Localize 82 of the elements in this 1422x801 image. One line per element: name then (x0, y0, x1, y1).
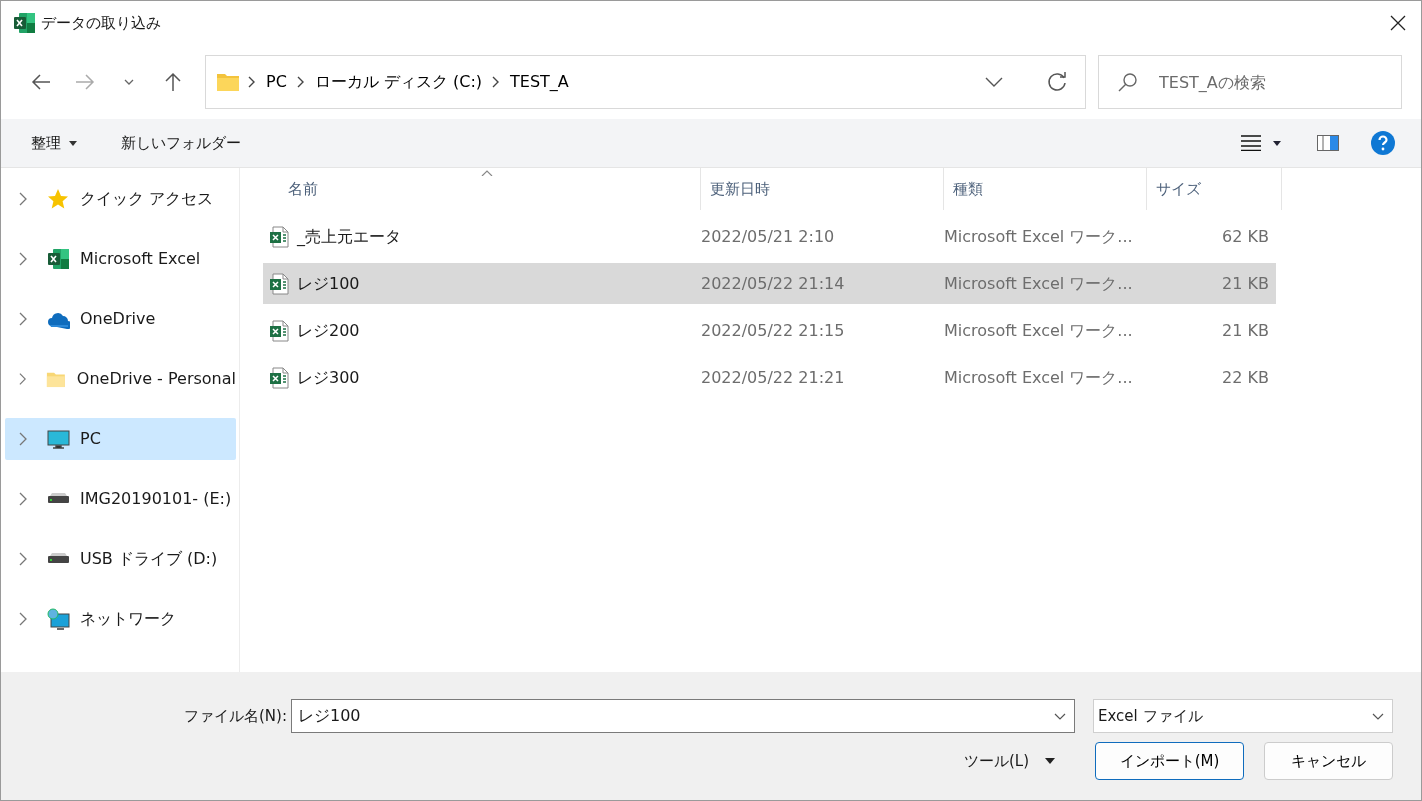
star-icon (47, 188, 70, 210)
sidebar-item[interactable]: OneDrive - Personal (5, 358, 236, 400)
column-header[interactable]: サイズ (1147, 168, 1282, 210)
file-name: レジ100 (297, 272, 360, 295)
file-size: 21 KB (1222, 320, 1269, 340)
caret-icon (1045, 758, 1055, 764)
breadcrumb-item[interactable]: PC (264, 70, 289, 94)
column-header[interactable]: 更新日時 (701, 168, 944, 210)
chevron-icon (19, 492, 27, 506)
file-type: Microsoft Excel ワーク... (944, 273, 1133, 293)
column-header[interactable]: 種類 (944, 168, 1147, 210)
cancel-button[interactable]: キャンセル (1264, 742, 1393, 780)
sidebar-item[interactable]: ネットワーク (5, 598, 236, 640)
window-title: データの取り込み (41, 12, 161, 34)
caret-icon (69, 140, 77, 146)
monitor-icon (47, 428, 70, 450)
chevron-icon (19, 372, 27, 386)
chevron-icon (248, 76, 256, 88)
sidebar-item[interactable]: IMG20190101- (E:) (5, 478, 236, 520)
file-name: _売上元エータ (297, 225, 401, 248)
file-row[interactable]: レジ100 2022/05/22 21:14 Microsoft Excel ワーク... 21 KB (263, 263, 1276, 304)
file-row[interactable]: _売上元エータ 2022/05/21 2:10 Microsoft Excel ワーク... 62 KB (263, 216, 1276, 257)
refresh-icon[interactable] (1047, 72, 1067, 92)
file-type: Microsoft Excel ワーク... (944, 367, 1133, 387)
breadcrumb-item[interactable]: ローカル ディスク (C:) (312, 70, 485, 94)
column-header[interactable]: 名前 (240, 168, 701, 210)
sidebar-item[interactable]: Microsoft Excel (5, 238, 236, 280)
file-name: レジ200 (297, 319, 360, 342)
new-folder-button[interactable]: 新しいフォルダー (111, 127, 251, 159)
excel-file-icon (269, 319, 289, 342)
caret-icon[interactable] (1273, 140, 1281, 146)
file-size: 62 KB (1222, 226, 1269, 246)
sort-ascending-icon (481, 170, 493, 176)
sidebar-item[interactable]: USB ドライブ (D:) (5, 538, 236, 580)
chevron-icon (19, 252, 27, 266)
file-row[interactable]: レジ200 2022/05/22 21:15 Microsoft Excel ワーク... 21 KB (263, 310, 1276, 351)
file-type-dropdown[interactable]: Excel ファイル (1093, 699, 1393, 733)
folder-icon (216, 72, 240, 92)
file-row[interactable]: レジ300 2022/05/22 21:21 Microsoft Excel ワーク... 22 KB (263, 357, 1276, 398)
organize-button[interactable]: 整理 (21, 127, 87, 159)
modified-date: 2022/05/21 2:10 (701, 226, 835, 246)
network-icon (47, 608, 70, 630)
modified-date: 2022/05/22 21:15 (701, 320, 845, 340)
preview-pane-icon[interactable] (1317, 135, 1339, 151)
dropdown-chevron-icon (1054, 712, 1066, 720)
excel-icon (13, 12, 35, 34)
sidebar-item[interactable]: クイック アクセス (5, 178, 236, 220)
file-name-field[interactable]: レジ100 (291, 699, 1075, 733)
forward-arrow-icon (75, 72, 95, 92)
file-type: Microsoft Excel ワーク... (944, 320, 1133, 340)
help-icon[interactable] (1371, 131, 1395, 155)
chevron-icon (492, 76, 501, 88)
file-size: 21 KB (1222, 273, 1269, 293)
sidebar-item[interactable]: PC (5, 418, 236, 460)
sidebar-item[interactable]: OneDrive (5, 298, 236, 340)
dropdown-chevron-icon (1372, 712, 1384, 720)
file-name-label: ファイル名(N): (184, 705, 287, 727)
excel-file-icon (269, 366, 289, 389)
chevron-icon (19, 192, 27, 206)
back-arrow-icon (31, 72, 51, 92)
chevron-icon (19, 552, 27, 566)
chevron-icon (296, 76, 305, 88)
view-list-icon[interactable] (1241, 135, 1261, 151)
chevron-icon (19, 432, 27, 446)
address-bar[interactable]: PC ローカル ディスク (C:) TEST_A (205, 55, 1086, 109)
search-field[interactable]: TEST_Aの検索 (1098, 55, 1402, 109)
breadcrumb-item[interactable]: TEST_A (508, 70, 571, 94)
file-name: レジ300 (297, 366, 360, 389)
file-type: Microsoft Excel ワーク... (944, 226, 1133, 246)
chevron-icon (19, 312, 27, 326)
dropdown-chevron-icon[interactable] (985, 77, 1003, 87)
modified-date: 2022/05/22 21:14 (701, 273, 845, 293)
file-size: 22 KB (1222, 367, 1269, 387)
up-arrow-icon (163, 72, 183, 92)
close-icon (1390, 15, 1406, 31)
excel-file-icon (269, 272, 289, 295)
chevron-icon (19, 612, 27, 626)
modified-date: 2022/05/22 21:21 (701, 367, 845, 387)
excel-icon (47, 248, 70, 270)
tools-button[interactable]: ツール(L) (953, 745, 1065, 777)
excel-file-icon (269, 225, 289, 248)
import-button[interactable]: インポート(M) (1095, 742, 1244, 780)
